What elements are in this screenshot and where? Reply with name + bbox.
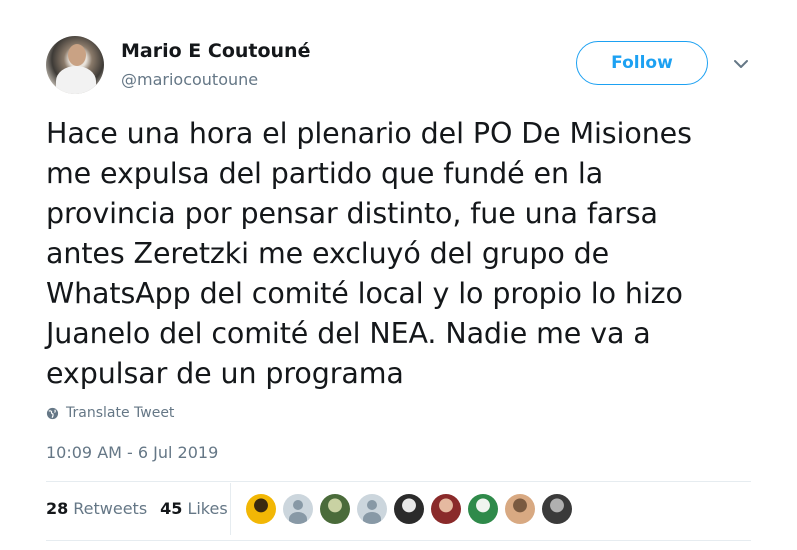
likes-count: 45 bbox=[160, 499, 183, 518]
liker-avatar[interactable] bbox=[357, 494, 387, 524]
liker-avatar[interactable] bbox=[431, 494, 461, 524]
tweet-text: Hace una hora el plenario del PO De Misi… bbox=[46, 117, 692, 390]
author-avatar[interactable] bbox=[46, 36, 104, 94]
liker-avatar[interactable] bbox=[246, 494, 276, 524]
liker-avatar[interactable] bbox=[394, 494, 424, 524]
retweets-label: Retweets bbox=[73, 499, 148, 518]
globe-icon bbox=[46, 407, 59, 419]
translate-label: Translate Tweet bbox=[66, 405, 175, 421]
likers-avatars bbox=[246, 494, 579, 524]
author-handle[interactable]: @mariocoutoune bbox=[121, 70, 258, 89]
tweet-timestamp[interactable]: 10:09 AM - 6 Jul 2019 bbox=[46, 443, 218, 462]
follow-button[interactable]: Follow bbox=[576, 41, 708, 85]
likes-stat[interactable]: 45 Likes bbox=[160, 499, 228, 518]
translate-tweet-link[interactable]: Translate Tweet bbox=[46, 405, 174, 421]
retweets-count: 28 bbox=[46, 499, 69, 518]
chevron-down-icon[interactable] bbox=[732, 58, 750, 70]
avatar-shirt bbox=[56, 66, 96, 94]
liker-avatar[interactable] bbox=[283, 494, 313, 524]
liker-avatar[interactable] bbox=[505, 494, 535, 524]
liker-avatar[interactable] bbox=[320, 494, 350, 524]
author-display-name[interactable]: Mario E Coutouné bbox=[121, 40, 310, 62]
divider-bottom bbox=[46, 540, 751, 541]
tweet-stats: 28 Retweets 45 Likes bbox=[46, 499, 241, 518]
stats-separator bbox=[230, 483, 231, 535]
divider-top bbox=[46, 481, 751, 482]
likes-label: Likes bbox=[187, 499, 228, 518]
retweets-stat[interactable]: 28 Retweets bbox=[46, 499, 147, 518]
liker-avatar[interactable] bbox=[542, 494, 572, 524]
liker-avatar[interactable] bbox=[468, 494, 498, 524]
avatar-head bbox=[68, 44, 86, 66]
